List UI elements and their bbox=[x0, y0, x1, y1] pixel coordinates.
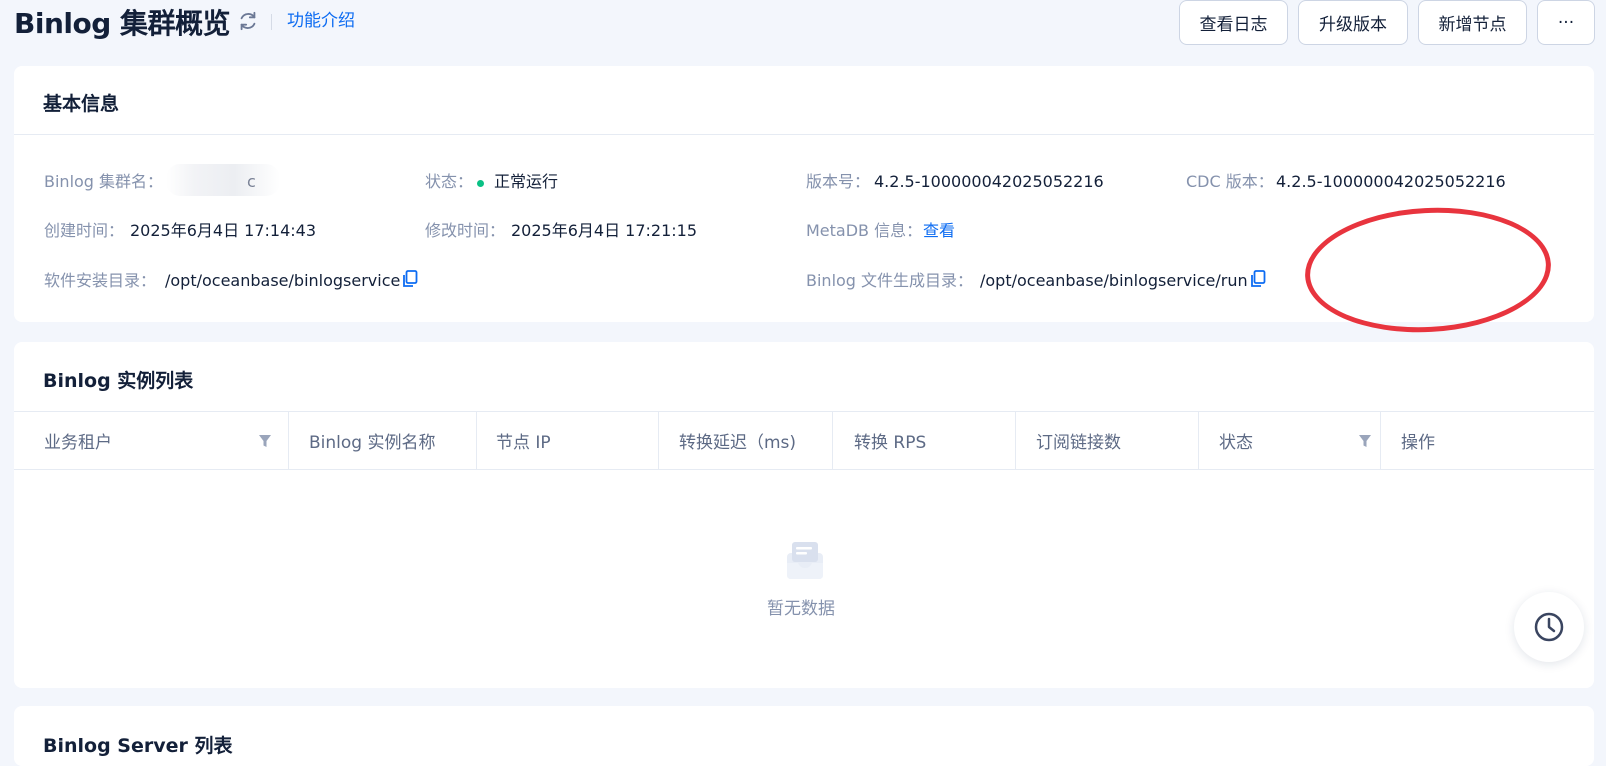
page-title: Binlog 集群概览 bbox=[14, 7, 231, 40]
refresh-icon[interactable] bbox=[237, 10, 259, 32]
copy-icon[interactable] bbox=[1250, 270, 1266, 288]
instance-list-title: Binlog 实例列表 bbox=[43, 370, 194, 392]
status-label: 状态： bbox=[425, 172, 474, 191]
version-label: 版本号： bbox=[806, 172, 871, 191]
cdc-version-label: CDC 版本： bbox=[1186, 172, 1274, 191]
metadb-info-label: MetaDB 信息： bbox=[806, 221, 923, 240]
column-divider bbox=[658, 412, 659, 469]
add-node-button[interactable]: 新增节点 bbox=[1418, 0, 1527, 45]
header-divider bbox=[271, 14, 272, 30]
filter-icon[interactable] bbox=[1358, 434, 1372, 448]
column-divider bbox=[1015, 412, 1016, 469]
metadb-view-link[interactable]: 查看 bbox=[923, 220, 955, 242]
column-divider bbox=[288, 412, 289, 469]
feature-intro-link[interactable]: 功能介绍 bbox=[287, 9, 355, 33]
cluster-name-value: c bbox=[247, 172, 256, 191]
cdc-version-value: 4.2.5-100000042025052216 bbox=[1276, 172, 1506, 191]
clock-icon bbox=[1534, 612, 1564, 642]
install-dir-value: /opt/oceanbase/binlogservice bbox=[165, 271, 401, 290]
column-header-connections: 订阅链接数 bbox=[1036, 433, 1121, 453]
empty-data-icon bbox=[787, 542, 823, 579]
column-header-actions: 操作 bbox=[1401, 433, 1435, 453]
instance-list-card: Binlog 实例列表 bbox=[14, 342, 1594, 688]
column-header-tenant: 业务租户 bbox=[44, 433, 112, 453]
created-time-value: 2025年6月4日 17:14:43 bbox=[130, 221, 317, 240]
table-header-row: 业务租户 Binlog 实例名称 节点 IP 转换延迟（ms) 转换 RPS 订… bbox=[14, 411, 1594, 470]
modified-time-label: 修改时间： bbox=[425, 221, 506, 240]
status-dot-icon bbox=[477, 180, 484, 187]
copy-icon[interactable] bbox=[402, 270, 418, 288]
redacted-cluster-name bbox=[166, 164, 280, 196]
created-time-label: 创建时间： bbox=[44, 221, 125, 240]
column-divider bbox=[832, 412, 833, 469]
column-header-status: 状态 bbox=[1219, 433, 1253, 453]
view-logs-button[interactable]: 查看日志 bbox=[1179, 0, 1288, 45]
server-list-title: Binlog Server 列表 bbox=[43, 735, 233, 757]
empty-data-text: 暂无数据 bbox=[767, 599, 835, 619]
install-dir-label: 软件安装目录： bbox=[44, 271, 157, 290]
column-header-instance-name: Binlog 实例名称 bbox=[309, 433, 436, 453]
column-header-node-ip: 节点 IP bbox=[496, 433, 551, 453]
column-header-rps: 转换 RPS bbox=[854, 433, 927, 453]
version-value: 4.2.5-100000042025052216 bbox=[874, 172, 1104, 191]
column-divider bbox=[1380, 412, 1381, 469]
column-divider bbox=[476, 412, 477, 469]
upgrade-version-button[interactable]: 升级版本 bbox=[1298, 0, 1408, 45]
card-divider bbox=[14, 134, 1594, 135]
column-divider bbox=[1198, 412, 1199, 469]
history-float-button[interactable] bbox=[1514, 592, 1584, 662]
filter-icon[interactable] bbox=[258, 434, 272, 448]
binlog-dir-label: Binlog 文件生成目录： bbox=[806, 271, 974, 290]
more-button[interactable]: ··· bbox=[1537, 0, 1595, 45]
server-list-card: Binlog Server 列表 bbox=[14, 706, 1594, 766]
column-header-delay: 转换延迟（ms) bbox=[679, 433, 797, 453]
basic-info-title: 基本信息 bbox=[43, 93, 120, 115]
page-header: Binlog 集群概览 功能介绍 查看日志 升级版本 新增节点 ··· bbox=[0, 0, 1606, 60]
binlog-dir-value: /opt/oceanbase/binlogservice/run bbox=[980, 271, 1248, 290]
status-value: 正常运行 bbox=[494, 172, 559, 191]
modified-time-value: 2025年6月4日 17:21:15 bbox=[511, 221, 698, 240]
cluster-name-label: Binlog 集群名： bbox=[44, 172, 164, 191]
